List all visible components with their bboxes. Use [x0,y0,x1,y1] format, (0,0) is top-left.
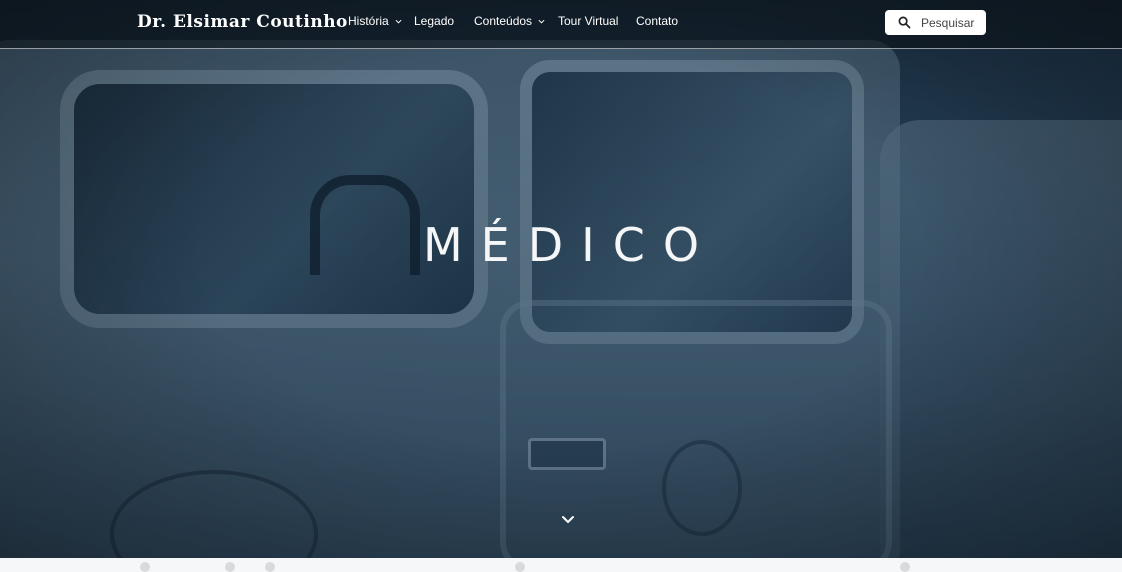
decorative-dot [265,562,275,572]
nav-item-historia[interactable]: História [348,14,402,28]
chevron-down-icon [538,19,545,24]
nav-item-contato[interactable]: Contato [636,14,678,28]
decorative-dot [225,562,235,572]
hero-title: MÉDICO [422,218,718,272]
nav-item-label: Tour Virtual [558,14,619,28]
nav-item-label: Legado [414,14,455,28]
chevron-down-icon [395,19,402,24]
nav-item-label: Conteúdos [474,14,533,28]
decorative-dot [140,562,150,572]
nav-item-legado[interactable]: Legado [414,14,454,28]
search-input[interactable] [921,15,981,30]
hero-vignette [0,0,1122,558]
nav-item-label: Contato [636,14,679,28]
decorative-dot [900,562,910,572]
nav-item-conteudos[interactable]: Conteúdos [474,14,545,28]
site-header: Dr. Elsimar Coutinho História Legado Con… [0,0,1122,49]
nav-item-tour-virtual[interactable]: Tour Virtual [558,14,618,28]
hero-section: MÉDICO [0,0,1122,558]
site-logo[interactable]: Dr. Elsimar Coutinho [137,12,348,32]
search-icon[interactable] [898,16,911,29]
search-box[interactable] [885,10,986,35]
decorative-dot [515,562,525,572]
nav-item-label: História [348,14,389,28]
next-section-edge [0,558,1122,572]
chevron-down-icon[interactable] [561,512,575,523]
